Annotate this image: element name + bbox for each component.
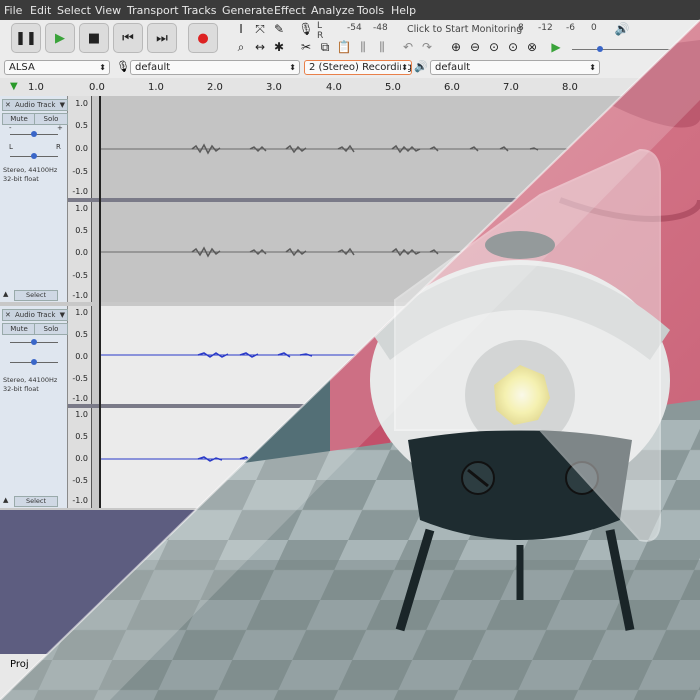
composite-screenshot: File Edit Select View Transport Tracks G… [0,0,700,700]
game-scene-overlay [0,19,700,700]
